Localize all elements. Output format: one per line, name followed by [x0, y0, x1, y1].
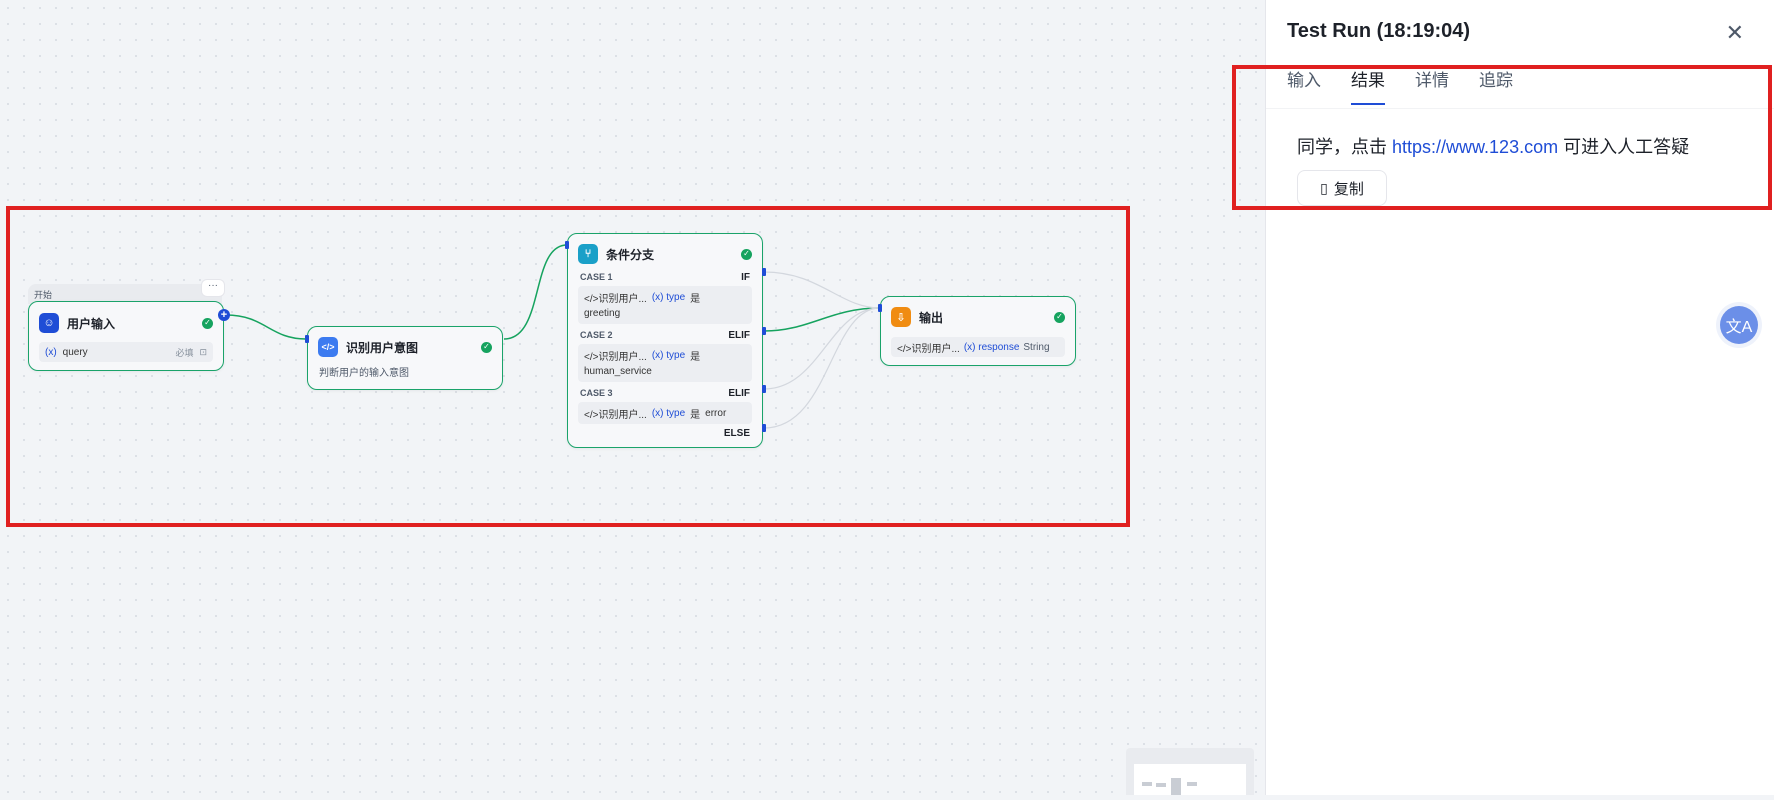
- case-value: greeting: [584, 308, 621, 319]
- param-name: query: [62, 346, 88, 358]
- copy-button[interactable]: ▯ 复制: [1297, 170, 1387, 206]
- edge-else-output: [763, 307, 881, 429]
- case-source: </>识别用户...: [584, 351, 647, 363]
- workflow-canvas[interactable]: 开始 ··· ☺ 用户输入 ✓ (x) query 必填 ⊡ + </> 识别用…: [0, 0, 1265, 795]
- intent-node-title: 识别用户意图: [346, 340, 419, 355]
- minimap-nodes: [1142, 778, 1197, 795]
- output-node[interactable]: ⇩ 输出 ✓ </>识别用户... (x) response String: [880, 296, 1076, 366]
- success-check-icon: ✓: [481, 341, 492, 353]
- case-value: error: [705, 407, 727, 419]
- intent-node[interactable]: </> 识别用户意图 ✓ 判断用户的输入意图: [307, 326, 503, 390]
- success-check-icon: ✓: [202, 317, 213, 329]
- panel-tabs: 输入 结果 详情 追踪: [1287, 66, 1513, 105]
- add-node-plus-icon[interactable]: +: [218, 309, 230, 321]
- case3-output-port[interactable]: [762, 385, 766, 393]
- case-label-row: CASE 2 ELIF: [568, 328, 762, 342]
- result-text: 同学，点击 https://www.123.com 可进入人工答疑: [1297, 133, 1689, 159]
- case-label-row: CASE 1 IF: [568, 270, 762, 284]
- case-source: </>识别用户...: [584, 409, 647, 421]
- case-condition[interactable]: </>识别用户... (x) type 是 error: [578, 402, 752, 424]
- variable-icon: (x): [45, 346, 57, 358]
- result-link[interactable]: https://www.123.com: [1392, 137, 1558, 157]
- case-label: CASE 1: [580, 272, 613, 282]
- output-var: (x) response: [963, 341, 1020, 353]
- case-op: 是: [690, 409, 701, 421]
- case-op: 是: [690, 293, 701, 305]
- case-keyword: IF: [741, 271, 750, 283]
- case-var: (x) type: [651, 407, 686, 419]
- branch-node-title: 条件分支: [606, 247, 655, 262]
- case-value: human_service: [584, 366, 652, 377]
- output-source: </>识别用户...: [897, 343, 960, 355]
- result-suffix: 可进入人工答疑: [1558, 137, 1690, 157]
- case-var: (x) type: [651, 349, 686, 361]
- start-node[interactable]: ☺ 用户输入 ✓ (x) query 必填 ⊡: [28, 301, 224, 371]
- edge-start-intent: [225, 314, 307, 340]
- translate-icon[interactable]: 文A: [1720, 306, 1758, 344]
- tabs-divider: [1266, 108, 1774, 109]
- tab-0[interactable]: 输入: [1287, 66, 1321, 105]
- output-input-port[interactable]: [878, 304, 882, 312]
- intent-node-description: 判断用户的输入意图: [319, 368, 409, 379]
- branch-icon: ⑂: [578, 244, 598, 264]
- branch-input-port[interactable]: [565, 241, 569, 249]
- branch-node[interactable]: ⑂ 条件分支 ✓ CASE 1 IF </>识别用户... (x) type 是 gree…: [567, 233, 763, 448]
- output-icon: ⇩: [891, 307, 911, 327]
- case-keyword: ELIF: [728, 387, 750, 399]
- code-icon: </>: [318, 337, 338, 357]
- node-more-button[interactable]: ···: [201, 279, 225, 297]
- case-label: CASE 2: [580, 330, 613, 340]
- case-condition[interactable]: </>识别用户... (x) type 是 human_service: [578, 344, 752, 382]
- case-condition[interactable]: </>识别用户... (x) type 是 greeting: [578, 286, 752, 324]
- result-prefix: 同学，点击: [1297, 137, 1393, 157]
- case-source: </>识别用户...: [584, 293, 647, 305]
- edge-intent-branch: [503, 244, 568, 340]
- output-param-row: </>识别用户... (x) response String: [891, 337, 1065, 357]
- output-node-title: 输出: [919, 310, 944, 325]
- clipboard-icon: ▯: [1320, 179, 1328, 196]
- branch-cases: CASE 1 IF </>识别用户... (x) type 是 greeting CASE …: [568, 270, 762, 424]
- output-type: String: [1023, 341, 1050, 353]
- edge-case2-output: [763, 307, 881, 332]
- success-check-icon: ✓: [1054, 311, 1065, 323]
- intent-input-port[interactable]: [305, 335, 309, 343]
- case-op: 是: [690, 351, 701, 363]
- case2-output-port[interactable]: [762, 327, 766, 335]
- case-label: CASE 3: [580, 388, 613, 398]
- tab-3[interactable]: 追踪: [1479, 66, 1513, 105]
- close-icon[interactable]: ✕: [1726, 20, 1744, 46]
- param-type-icon: ⊡: [199, 346, 207, 357]
- tab-2[interactable]: 详情: [1415, 66, 1449, 105]
- user-input-icon: ☺: [39, 313, 59, 333]
- else-output-port[interactable]: [762, 424, 766, 432]
- edge-case3-output: [763, 307, 881, 390]
- copy-label: 复制: [1333, 180, 1364, 198]
- required-label: 必填: [175, 347, 194, 358]
- case-label-row: CASE 3 ELIF: [568, 386, 762, 400]
- case1-output-port[interactable]: [762, 268, 766, 276]
- else-label: ELSE: [723, 427, 750, 439]
- tab-1[interactable]: 结果: [1351, 66, 1385, 105]
- success-check-icon: ✓: [741, 248, 752, 260]
- test-run-panel: Test Run (18:19:04) ✕ 输入 结果 详情 追踪 同学，点击 htt…: [1265, 0, 1774, 795]
- edge-case1-output: [763, 271, 881, 309]
- minimap[interactable]: [1126, 748, 1254, 795]
- case-keyword: ELIF: [728, 329, 750, 341]
- start-param-row: (x) query 必填 ⊡: [39, 342, 213, 362]
- panel-title: Test Run (18:19:04): [1287, 20, 1471, 42]
- start-node-title: 用户输入: [67, 316, 116, 331]
- minimap-viewport: [1134, 764, 1246, 795]
- case-var: (x) type: [651, 291, 686, 303]
